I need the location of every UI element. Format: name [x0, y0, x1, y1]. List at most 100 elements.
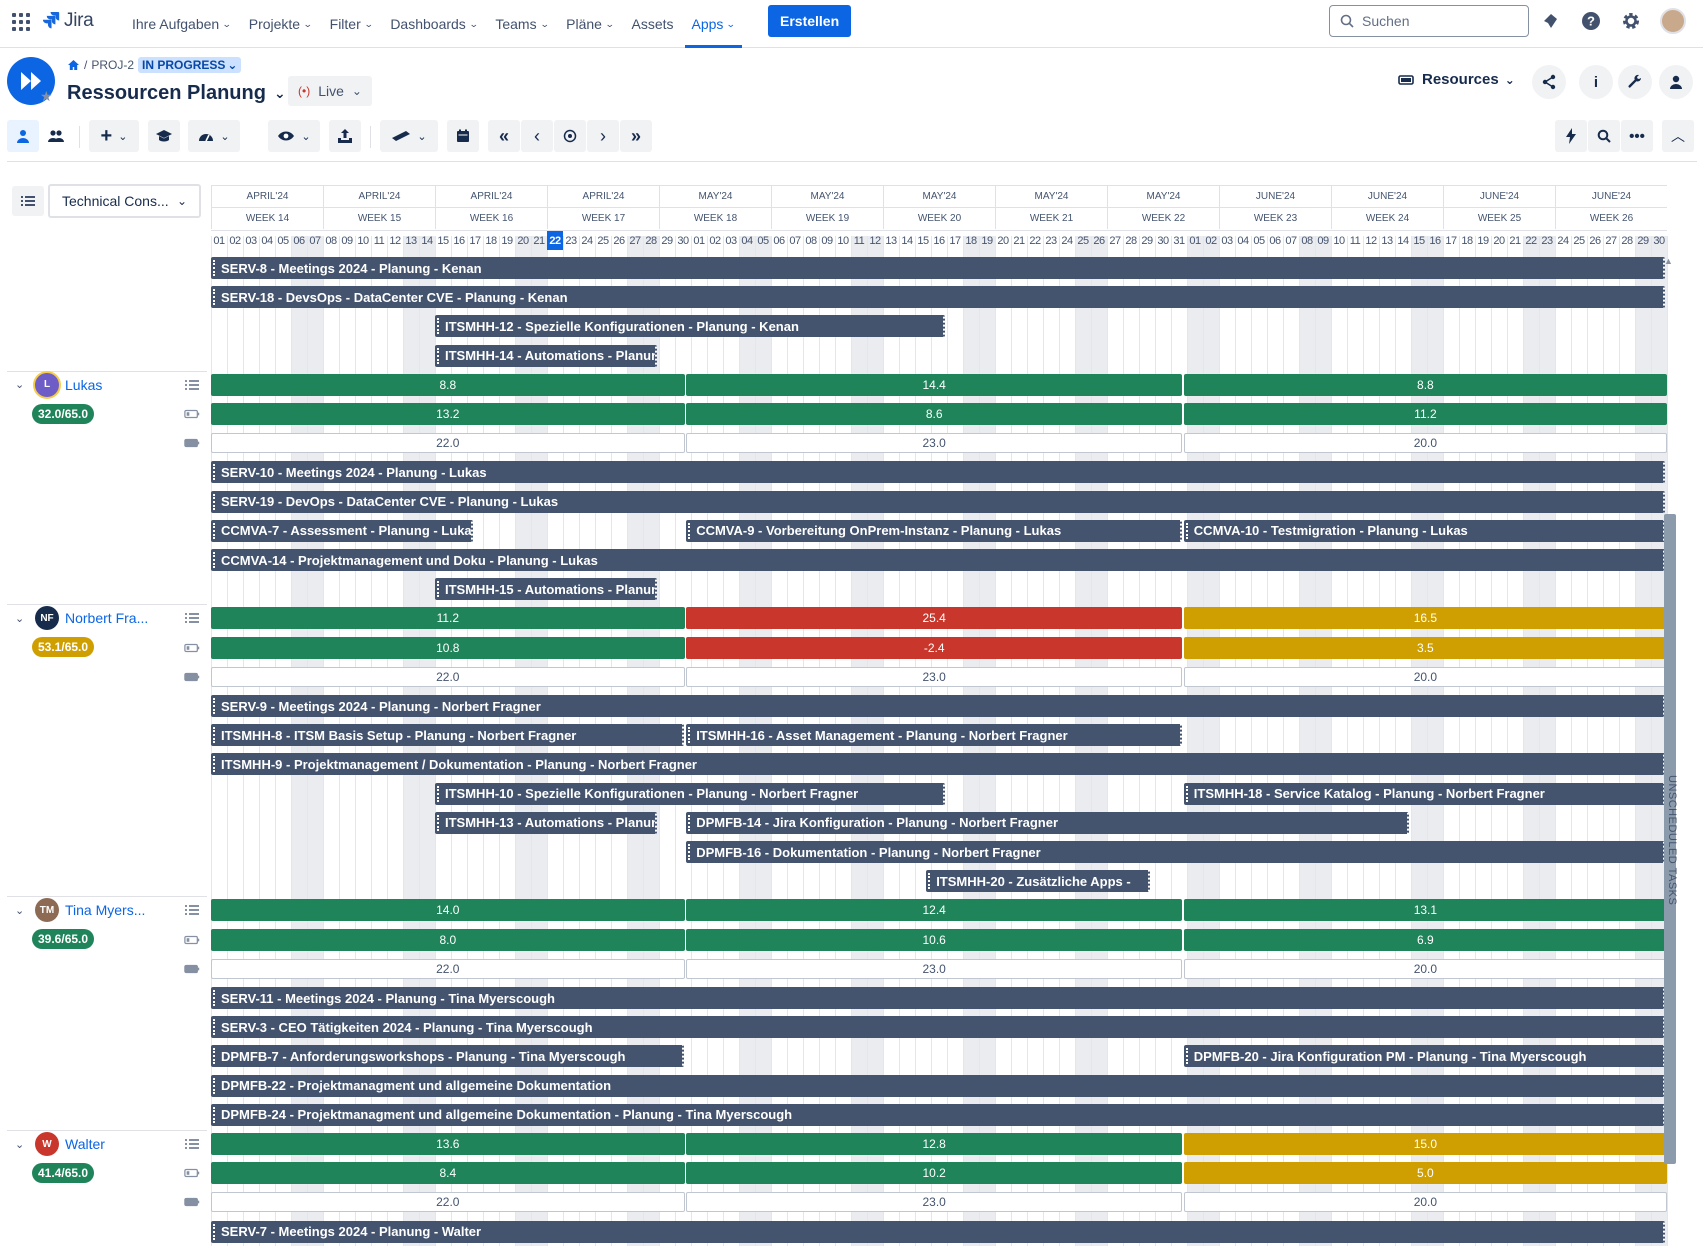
task-bar[interactable]: DPMFB-16 - Dokumentation - Planung - Nor…	[686, 841, 1665, 863]
task-bar[interactable]: CCMVA-9 - Vorbereitung OnPrem-Instanz - …	[686, 519, 1182, 542]
task-bar[interactable]: ITSMHH-14 - Automations - Planung	[435, 344, 657, 367]
week-header[interactable]: WEEK 15	[323, 207, 435, 229]
nav-item-assets[interactable]: Assets	[625, 0, 681, 48]
battery-full-icon[interactable]	[184, 1196, 200, 1208]
task-bar[interactable]: DPMFB-22 - Projektmanagment und allgemei…	[211, 1074, 1665, 1097]
help-icon[interactable]: ?	[1580, 10, 1602, 32]
share-button[interactable]	[1532, 65, 1566, 99]
task-list-icon[interactable]	[184, 379, 200, 391]
single-user-view-button[interactable]	[7, 120, 39, 152]
user-row-lukas[interactable]: ⌄ L Lukas	[15, 372, 102, 397]
collapse-button[interactable]: ︿	[1662, 120, 1694, 152]
task-bar[interactable]: ITSMHH-15 - Automations - Planung	[435, 578, 657, 601]
user-row-tina-myers-[interactable]: ⌄ TM Tina Myers...	[15, 898, 145, 923]
task-bar[interactable]: SERV-8 - Meetings 2024 - Planung - Kenan	[211, 257, 1665, 279]
nav-item-filter[interactable]: Filter ⌄	[323, 0, 380, 48]
task-bar[interactable]: SERV-3 - CEO Tätigkeiten 2024 - Planung …	[211, 1016, 1665, 1039]
week-header[interactable]: WEEK 25	[1443, 207, 1555, 229]
dashboard-button[interactable]: ⌄	[188, 120, 240, 152]
week-header[interactable]: WEEK 14	[211, 207, 323, 229]
settings-gear-icon[interactable]	[1620, 10, 1642, 32]
expand-chevron-icon[interactable]: ⌄	[15, 904, 29, 917]
user-name[interactable]: Walter	[65, 1136, 105, 1152]
skills-button[interactable]	[148, 120, 180, 152]
task-bar[interactable]: ITSMHH-16 - Asset Management - Planung -…	[686, 724, 1182, 747]
battery-full-icon[interactable]	[184, 671, 200, 683]
battery-low-icon[interactable]	[184, 642, 200, 654]
user-row-walter[interactable]: ⌄ W Walter	[15, 1132, 105, 1156]
jump-back-button[interactable]: «	[488, 120, 520, 152]
calendar-button[interactable]	[447, 120, 479, 152]
user-settings-button[interactable]	[1659, 65, 1693, 99]
battery-low-icon[interactable]	[184, 1167, 200, 1179]
team-view-button[interactable]	[40, 120, 72, 152]
jump-forward-button[interactable]: »	[620, 120, 652, 152]
more-button[interactable]: •••	[1621, 120, 1653, 152]
week-header[interactable]: WEEK 23	[1219, 207, 1331, 229]
week-header[interactable]: WEEK 19	[771, 207, 883, 229]
user-name[interactable]: Lukas	[65, 377, 102, 393]
week-header[interactable]: WEEK 21	[995, 207, 1107, 229]
task-list-icon[interactable]	[184, 904, 200, 916]
task-bar[interactable]: ITSMHH-10 - Spezielle Konfigurationen - …	[435, 782, 945, 805]
task-bar[interactable]: DPMFB-7 - Anforderungsworkshops - Planun…	[211, 1045, 685, 1068]
task-bar[interactable]: DPMFB-24 - Projektmanagment und allgemei…	[211, 1103, 1665, 1126]
task-bar[interactable]: SERV-7 - Meetings 2024 - Planung - Walte…	[211, 1220, 1665, 1243]
task-bar[interactable]: CCMVA-10 - Testmigration - Planung - Luk…	[1183, 519, 1665, 542]
battery-low-icon[interactable]	[184, 934, 200, 946]
jira-logo[interactable]: Jira	[42, 10, 94, 32]
status-badge[interactable]: IN PROGRESS ⌄	[138, 57, 242, 73]
task-bar[interactable]: ITSMHH-8 - ITSM Basis Setup - Planung - …	[211, 724, 685, 747]
task-bar[interactable]: ITSMHH-18 - Service Katalog - Planung - …	[1183, 782, 1665, 805]
today-button[interactable]	[554, 120, 586, 152]
nav-item-dashboards[interactable]: Dashboards ⌄	[383, 0, 484, 48]
nav-item-apps[interactable]: Apps ⌄	[684, 0, 742, 48]
user-row-norbert-fra-[interactable]: ⌄ NF Norbert Fra...	[15, 606, 148, 631]
task-bar[interactable]: SERV-18 - DevsOps - DataCenter CVE - Pla…	[211, 286, 1665, 309]
week-header[interactable]: WEEK 18	[659, 207, 771, 229]
expand-chevron-icon[interactable]: ⌄	[15, 1138, 29, 1151]
task-bar[interactable]: DPMFB-14 - Jira Konfiguration - Planung …	[686, 811, 1409, 834]
user-name[interactable]: Tina Myers...	[65, 902, 145, 918]
task-bar[interactable]: SERV-11 - Meetings 2024 - Planung - Tina…	[211, 987, 1665, 1009]
task-bar[interactable]: ITSMHH-13 - Automations - Planung	[435, 811, 657, 834]
user-avatar[interactable]	[1660, 8, 1686, 34]
home-icon[interactable]	[67, 59, 80, 71]
breadcrumb-project[interactable]: PROJ-2	[91, 58, 134, 72]
search-button[interactable]	[1588, 120, 1620, 152]
nav-item-teams[interactable]: Teams ⌄	[488, 0, 555, 48]
resources-dropdown[interactable]: Resources ⌄	[1398, 71, 1515, 88]
previous-button[interactable]: ‹	[521, 120, 553, 152]
create-button[interactable]: Erstellen	[768, 5, 852, 37]
task-bar[interactable]: CCMVA-7 - Assessment - Planung - Lukas	[211, 519, 473, 542]
info-button[interactable]: i	[1579, 65, 1613, 99]
quick-actions-button[interactable]	[1555, 120, 1587, 152]
expand-chevron-icon[interactable]: ⌄	[15, 612, 29, 625]
battery-full-icon[interactable]	[184, 963, 200, 975]
task-bar[interactable]: SERV-10 - Meetings 2024 - Planung - Luka…	[211, 461, 1665, 484]
battery-full-icon[interactable]	[184, 437, 200, 449]
task-bar[interactable]: ITSMHH-20 - Zusätzliche Apps -	[926, 870, 1150, 893]
notifications-icon[interactable]	[1540, 10, 1562, 32]
task-bar[interactable]: CCMVA-14 - Projektmanagement und Doku - …	[211, 549, 1665, 571]
task-bar[interactable]: ITSMHH-12 - Spezielle Konfigurationen - …	[435, 315, 945, 338]
app-switcher-icon[interactable]	[12, 13, 30, 31]
week-header[interactable]: WEEK 17	[547, 207, 659, 229]
task-bar[interactable]: DPMFB-20 - Jira Konfiguration PM - Planu…	[1183, 1045, 1665, 1068]
zoom-level-button[interactable]: ⌄	[380, 120, 438, 152]
task-bar[interactable]: SERV-9 - Meetings 2024 - Planung - Norbe…	[211, 695, 1665, 717]
add-button[interactable]: + ⌄	[89, 120, 139, 152]
scroll-up-arrow-icon[interactable]: ▲	[1664, 256, 1673, 266]
search-input[interactable]: Suchen	[1329, 5, 1529, 37]
week-header[interactable]: WEEK 26	[1555, 207, 1667, 229]
tools-button[interactable]	[1618, 65, 1652, 99]
week-header[interactable]: WEEK 16	[435, 207, 547, 229]
live-button[interactable]: (•) Live ⌄	[288, 76, 372, 106]
user-name[interactable]: Norbert Fra...	[65, 610, 148, 626]
next-button[interactable]: ›	[587, 120, 619, 152]
export-button[interactable]	[329, 120, 361, 152]
nav-item-pl-ne[interactable]: Pläne ⌄	[559, 0, 620, 48]
week-header[interactable]: WEEK 22	[1107, 207, 1219, 229]
star-icon[interactable]: ★	[40, 88, 53, 105]
expand-chevron-icon[interactable]: ⌄	[15, 378, 29, 391]
